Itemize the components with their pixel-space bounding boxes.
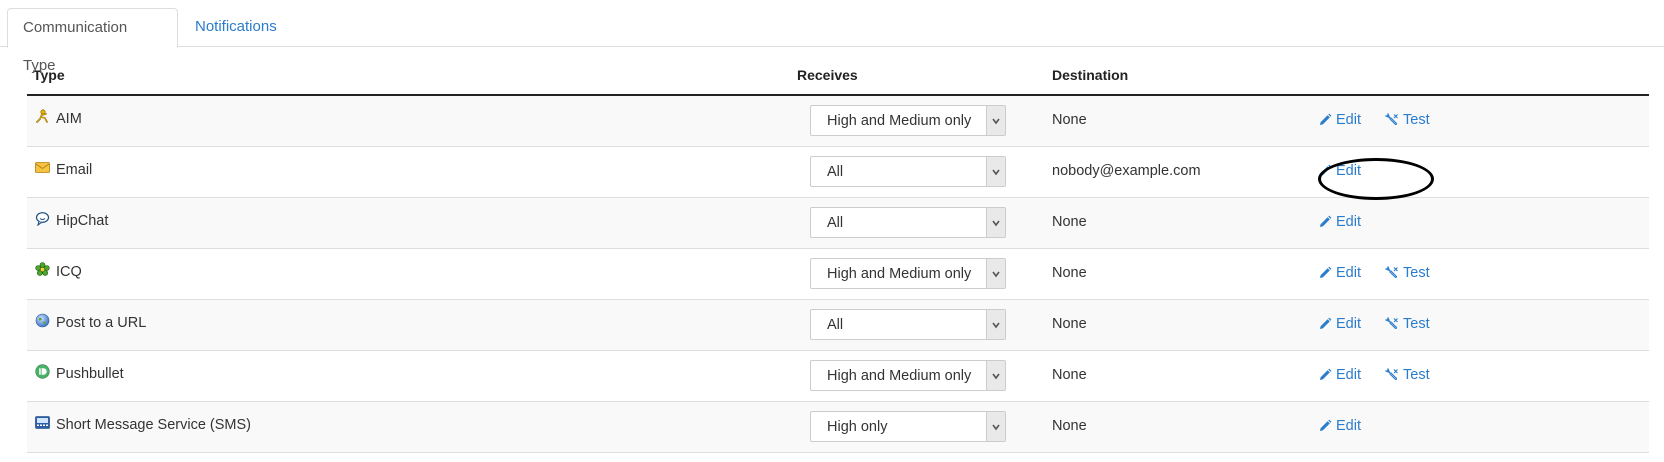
table-row: Post to a URL All None Edit Test (27, 300, 1649, 351)
receives-select[interactable]: All (810, 309, 1006, 340)
wrench-icon (1385, 113, 1403, 127)
hipchat-icon (35, 211, 50, 226)
test-link[interactable]: Test (1385, 316, 1430, 332)
type-cell: AIM (35, 108, 82, 127)
test-label: Test (1403, 367, 1430, 383)
pencil-icon (1318, 368, 1336, 382)
destination-value: None (1052, 214, 1087, 230)
tab-divider (0, 46, 1664, 47)
pencil-icon (1318, 266, 1336, 280)
test-link[interactable]: Test (1385, 265, 1430, 281)
type-label: Pushbullet (56, 366, 124, 382)
receives-select-value: All (827, 164, 844, 180)
edit-label: Edit (1336, 112, 1361, 128)
pencil-icon (1318, 317, 1336, 331)
receives-select[interactable]: High and Medium only (810, 105, 1006, 136)
type-label: Email (56, 162, 93, 178)
chevron-down-icon (986, 157, 1005, 186)
test-label: Test (1403, 112, 1430, 128)
chevron-down-icon (986, 208, 1005, 237)
receives-select-value: High and Medium only (827, 368, 972, 384)
type-cell: ICQ (35, 261, 82, 280)
destination-value: None (1052, 265, 1087, 281)
edit-label: Edit (1336, 214, 1361, 230)
chevron-down-icon (986, 412, 1005, 441)
type-label: Post to a URL (56, 315, 147, 331)
type-label: Short Message Service (SMS) (56, 417, 252, 433)
table-row: AIM High and Medium only None Edit Test (27, 96, 1649, 147)
type-label: AIM (56, 111, 82, 127)
wrench-icon (1385, 368, 1403, 382)
edit-link[interactable]: Edit (1318, 214, 1361, 230)
destination-value: None (1052, 367, 1087, 383)
wrench-icon (1385, 266, 1403, 280)
edit-label: Edit (1336, 163, 1361, 179)
chevron-down-icon (986, 106, 1005, 135)
receives-select-value: High only (827, 419, 888, 435)
type-cell: HipChat (35, 211, 109, 229)
table-header: Type Receives Destination (27, 56, 1649, 96)
destination-value: nobody@example.com (1052, 163, 1201, 179)
type-cell: Post to a URL (35, 313, 147, 331)
table-row: Short Message Service (SMS) High only None… (27, 402, 1649, 453)
destination-value: None (1052, 316, 1087, 332)
edit-label: Edit (1336, 418, 1361, 434)
table-row: HipChat All None Edit (27, 198, 1649, 249)
edit-link[interactable]: Edit (1318, 265, 1361, 281)
type-cell: Email (35, 160, 93, 178)
communication-types-table: Type Receives Destination AIM High and Me… (27, 56, 1649, 453)
receives-select-value: High and Medium only (827, 266, 972, 282)
edit-link[interactable]: Edit (1318, 418, 1361, 434)
receives-select-value: All (827, 317, 844, 333)
tab-notifications[interactable]: Notifications (180, 8, 292, 46)
tab-communication-type[interactable]: Communication Type (7, 8, 178, 74)
edit-link[interactable]: Edit (1318, 112, 1361, 128)
destination-value: None (1052, 418, 1087, 434)
receives-select[interactable]: All (810, 156, 1006, 187)
chevron-down-icon (986, 259, 1005, 288)
edit-label: Edit (1336, 316, 1361, 332)
type-cell: Short Message Service (SMS) (35, 415, 252, 433)
receives-select-value: High and Medium only (827, 113, 972, 129)
edit-label: Edit (1336, 367, 1361, 383)
destination-value: None (1052, 112, 1087, 128)
receives-select-value: All (827, 215, 844, 231)
test-link[interactable]: Test (1385, 112, 1430, 128)
test-label: Test (1403, 265, 1430, 281)
tab-bar: Communication Type Notifications (0, 0, 1664, 74)
chevron-down-icon (986, 361, 1005, 390)
pencil-icon (1318, 164, 1336, 178)
test-link[interactable]: Test (1385, 367, 1430, 383)
table-row: Pushbullet High and Medium only None Edit Te… (27, 351, 1649, 402)
wrench-icon (1385, 317, 1403, 331)
header-receives: Receives (797, 67, 858, 83)
table-row: ICQ High and Medium only None Edit Test (27, 249, 1649, 300)
receives-select[interactable]: High only (810, 411, 1006, 442)
sms-icon (35, 415, 50, 430)
type-label: HipChat (56, 213, 109, 229)
table-body: AIM High and Medium only None Edit Test Email… (27, 96, 1649, 453)
email-edit-link[interactable]: Edit (1318, 163, 1361, 179)
pencil-icon (1318, 215, 1336, 229)
globe-icon (35, 313, 50, 328)
pushbullet-icon (35, 363, 50, 379)
receives-select[interactable]: All (810, 207, 1006, 238)
type-label: ICQ (56, 264, 82, 280)
edit-link[interactable]: Edit (1318, 316, 1361, 332)
chevron-down-icon (986, 310, 1005, 339)
type-cell: Pushbullet (35, 363, 124, 382)
edit-link[interactable]: Edit (1318, 367, 1361, 383)
pencil-icon (1318, 113, 1336, 127)
edit-label: Edit (1336, 265, 1361, 281)
receives-select[interactable]: High and Medium only (810, 258, 1006, 289)
aim-icon (35, 108, 50, 124)
receives-select[interactable]: High and Medium only (810, 360, 1006, 391)
email-icon (35, 160, 50, 175)
pencil-icon (1318, 419, 1336, 433)
table-row: Email All nobody@example.com Edit (27, 147, 1649, 198)
icq-icon (35, 261, 50, 277)
test-label: Test (1403, 316, 1430, 332)
header-destination: Destination (1052, 67, 1129, 83)
